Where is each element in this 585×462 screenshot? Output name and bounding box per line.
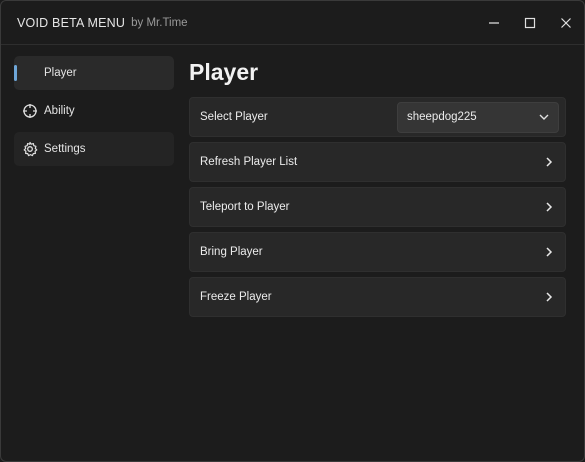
action-label: Teleport to Player <box>200 201 290 213</box>
sidebar-item-player[interactable]: Player <box>14 56 174 90</box>
chevron-down-icon <box>539 114 549 120</box>
window-controls <box>476 1 584 44</box>
action-label: Freeze Player <box>200 291 272 303</box>
sidebar: Player Ability Settings <box>14 56 174 170</box>
action-label: Bring Player <box>200 246 263 258</box>
sidebar-item-label: Ability <box>44 105 75 117</box>
title-bar[interactable]: VOID BETA MENU by Mr.Time <box>1 1 584 45</box>
window-subtitle: by Mr.Time <box>131 16 188 29</box>
sidebar-item-label: Player <box>44 67 77 79</box>
chevron-right-icon <box>546 202 553 212</box>
crosshair-icon <box>22 103 38 119</box>
player-dropdown-value: sheepdog225 <box>407 111 477 123</box>
active-indicator <box>14 65 17 81</box>
chevron-right-icon <box>546 157 553 167</box>
freeze-player-button[interactable]: Freeze Player <box>189 277 566 317</box>
maximize-button[interactable] <box>512 1 548 44</box>
player-dropdown[interactable]: sheepdog225 <box>397 101 559 133</box>
select-player-label: Select Player <box>200 111 268 123</box>
bring-player-button[interactable]: Bring Player <box>189 232 566 272</box>
sidebar-item-settings[interactable]: Settings <box>14 132 174 166</box>
window-title: VOID BETA MENU <box>17 15 126 30</box>
chevron-right-icon <box>546 247 553 257</box>
app-window: VOID BETA MENU by Mr.Time Player Ability… <box>0 0 585 462</box>
select-player-row: Select Player sheepdog225 <box>189 97 566 137</box>
teleport-to-player-button[interactable]: Teleport to Player <box>189 187 566 227</box>
page-title: Player <box>189 59 259 85</box>
maximize-icon <box>524 17 536 28</box>
gear-icon <box>22 141 38 157</box>
main-content: Player Select Player sheepdog225 Refresh… <box>189 56 566 322</box>
action-label: Refresh Player List <box>200 156 298 168</box>
sidebar-item-label: Settings <box>44 143 86 155</box>
chevron-right-icon <box>546 292 553 302</box>
minimize-icon <box>489 21 499 24</box>
close-icon <box>561 17 571 28</box>
close-button[interactable] <box>548 1 584 44</box>
refresh-player-list-button[interactable]: Refresh Player List <box>189 142 566 182</box>
sidebar-item-ability[interactable]: Ability <box>14 94 174 128</box>
minimize-button[interactable] <box>476 1 512 44</box>
